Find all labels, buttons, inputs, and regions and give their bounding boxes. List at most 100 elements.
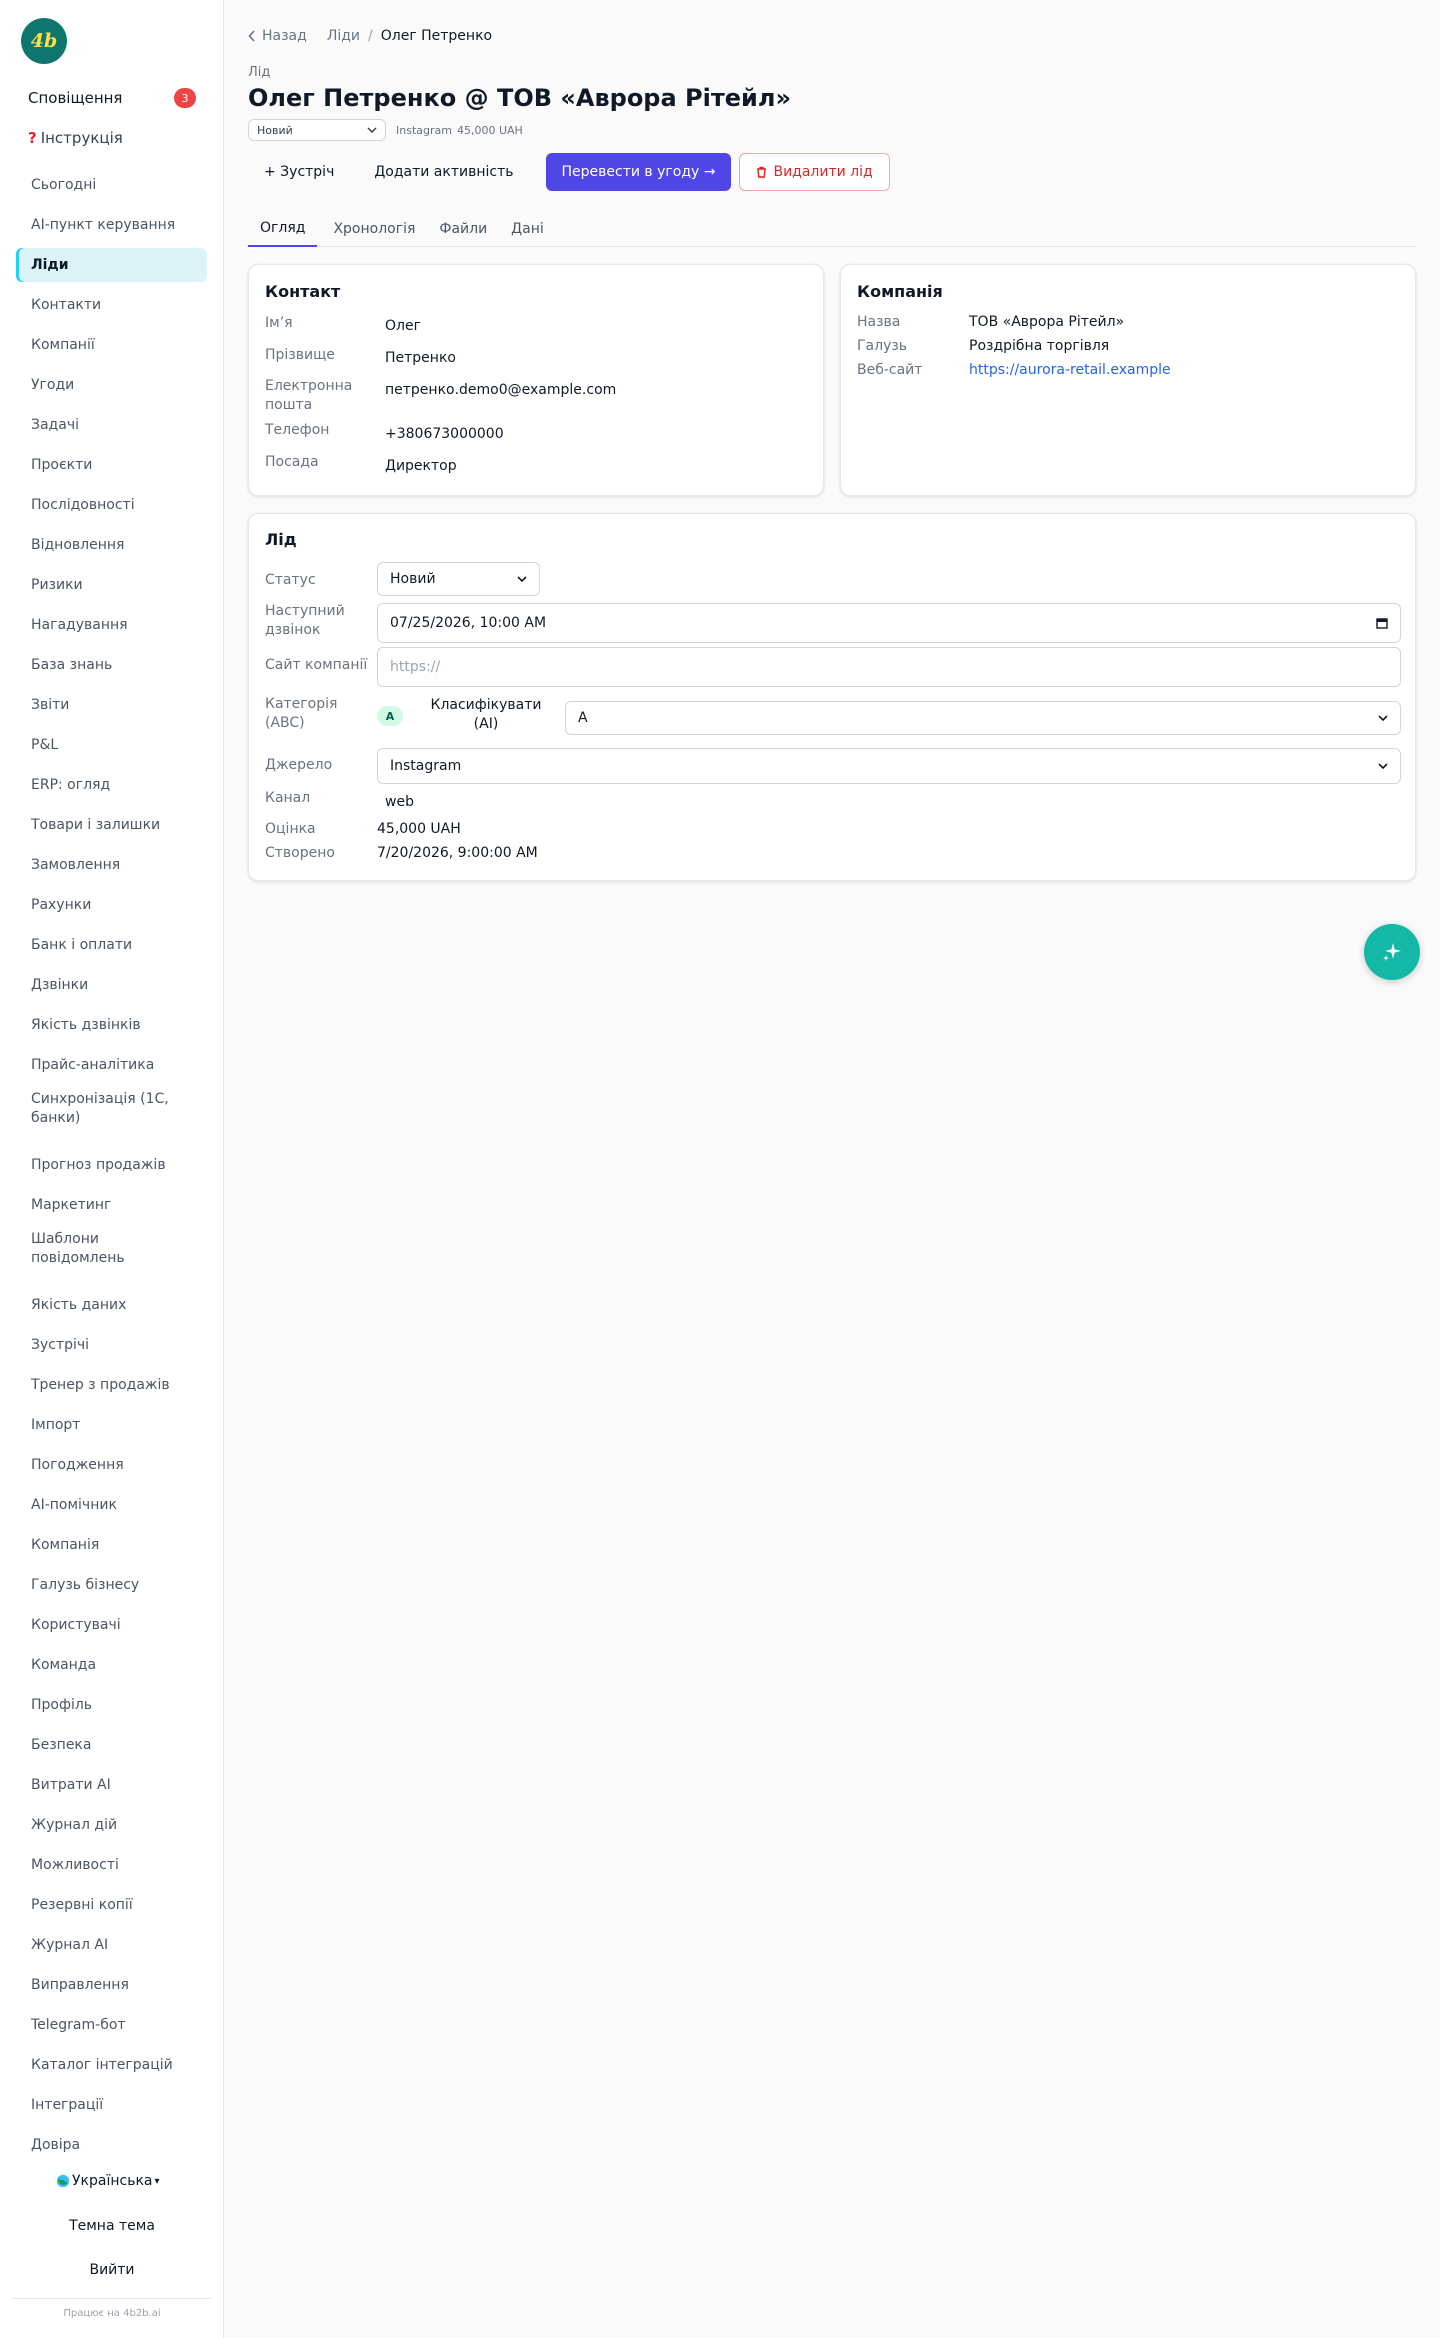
sidebar-item-45[interactable]: Telegram-бот: [16, 2008, 207, 2042]
sidebar-item-22[interactable]: Прайс-аналітика: [16, 1048, 207, 1082]
sidebar-item-28[interactable]: Зустрічі: [16, 1328, 207, 1362]
chevron-down-icon: [367, 127, 377, 133]
contact-email-label: Електронна пошта: [265, 378, 353, 413]
lead-next-call-input[interactable]: 07/25/2026, 10:00 AM: [377, 603, 1401, 643]
calendar-icon[interactable]: [1376, 617, 1388, 629]
sidebar-item-47[interactable]: Інтеграції: [16, 2088, 207, 2122]
chevron-down-icon: [1378, 715, 1388, 721]
sidebar-item-16[interactable]: Товари і залишки: [16, 808, 207, 842]
lead-classify-select[interactable]: A: [565, 701, 1401, 735]
sidebar-item-17[interactable]: Замовлення: [16, 848, 207, 882]
sidebar-item-37[interactable]: Профіль: [16, 1688, 207, 1722]
sidebar-item-31[interactable]: Погодження: [16, 1448, 207, 1482]
sidebar-item-46[interactable]: Каталог інтеграцій: [16, 2048, 207, 2082]
sidebar-item-2[interactable]: Ліди: [16, 248, 207, 282]
convert-to-deal-button[interactable]: Перевести в угоду →: [545, 153, 732, 191]
add-meeting-button[interactable]: + Зустріч: [248, 153, 350, 191]
sidebar-item-0[interactable]: Сьогодні: [16, 168, 207, 202]
sidebar-item-24[interactable]: Прогноз продажів: [16, 1148, 207, 1182]
lead-card: Лід Статус Новий Наступний дзвінок 07/25…: [248, 513, 1416, 881]
sidebar-item-30[interactable]: Імпорт: [16, 1408, 207, 1442]
sidebar-item-48[interactable]: Довіра: [16, 2128, 207, 2162]
sidebar-item-7[interactable]: Проєкти: [16, 448, 207, 482]
header-amount: 45,000 UAH: [456, 123, 523, 137]
sidebar-item-6[interactable]: Задачі: [16, 408, 207, 442]
sidebar-item-18[interactable]: Рахунки: [16, 888, 207, 922]
sidebar-item-34[interactable]: Галузь бізнесу: [16, 1568, 207, 1602]
sidebar-item-20[interactable]: Дзвінки: [16, 968, 207, 1002]
sidebar-item-5[interactable]: Угоди: [16, 368, 207, 402]
lead-source-select[interactable]: Instagram: [377, 748, 1401, 784]
theme-toggle-button[interactable]: Темна тема: [0, 2218, 224, 2234]
sidebar: 4b Сповіщення 3 ? Інструкція Сьогодні AI-…: [0, 0, 224, 2338]
sidebar-item-8[interactable]: Послідовності: [16, 488, 207, 522]
powered-by-text: Працює на 4b2b.ai: [63, 2308, 161, 2319]
logout-button[interactable]: Вийти: [0, 2262, 224, 2278]
chevron-left-icon: [248, 30, 256, 42]
tab-bar: Огляд Хронологія Файли Дані: [248, 211, 1416, 247]
sidebar-item-26[interactable]: Шаблони повідомлень: [16, 1225, 207, 1273]
tab-files[interactable]: Файли: [427, 211, 499, 247]
company-card: Компанія Назва ТОВ «Аврора Рітейл» Галуз…: [840, 264, 1416, 496]
add-activity-button[interactable]: Додати активність: [358, 153, 529, 191]
sidebar-item-27[interactable]: Якість даних: [16, 1288, 207, 1322]
sidebar-item-36[interactable]: Команда: [16, 1648, 207, 1682]
company-website-link[interactable]: https://aurora-retail.example: [969, 361, 1171, 380]
sidebar-item-42[interactable]: Резервні копії: [16, 1888, 207, 1922]
sidebar-item-9[interactable]: Відновлення: [16, 528, 207, 562]
back-link[interactable]: Назад: [248, 28, 307, 44]
lead-site-label: Сайт компанії: [265, 657, 368, 673]
back-label: Назад: [262, 28, 307, 44]
sidebar-item-14[interactable]: P&L: [16, 728, 207, 762]
contact-last-name-value: Петренко: [385, 350, 456, 366]
sidebar-item-15[interactable]: ERP: огляд: [16, 768, 207, 802]
header-status-select[interactable]: Новий: [248, 119, 386, 141]
sidebar-item-29[interactable]: Тренер з продажів: [16, 1368, 207, 1402]
sidebar-item-13[interactable]: Звіти: [16, 688, 207, 722]
delete-lead-button[interactable]: Видалити лід: [739, 153, 890, 191]
sidebar-item-39[interactable]: Витрати AI: [16, 1768, 207, 1802]
contact-first-name-label: Ім’я: [265, 315, 293, 331]
tab-timeline[interactable]: Хронологія: [321, 211, 427, 247]
header-source: Instagram: [396, 123, 452, 137]
language-selector[interactable]: Українська ▾: [56, 2173, 160, 2189]
sparkles-icon: [1380, 940, 1404, 964]
sidebar-item-43[interactable]: Журнал AI: [16, 1928, 207, 1962]
sidebar-item-32[interactable]: AI-помічник: [16, 1488, 207, 1522]
sidebar-item-41[interactable]: Можливості: [16, 1848, 207, 1882]
sidebar-item-25[interactable]: Маркетинг: [16, 1188, 207, 1222]
lead-created-value: 7/20/2026, 9:00:00 AM: [377, 845, 538, 861]
logo[interactable]: 4b: [21, 18, 67, 64]
tab-data[interactable]: Дані: [499, 211, 556, 247]
notifications-link[interactable]: Сповіщення 3: [28, 88, 196, 108]
chevron-down-icon: [517, 576, 527, 582]
breadcrumb-section-link[interactable]: Ліди: [327, 28, 360, 44]
sidebar-divider: [12, 2298, 211, 2299]
breadcrumb-separator: /: [368, 28, 373, 44]
sidebar-item-12[interactable]: База знань: [16, 648, 207, 682]
sidebar-item-40[interactable]: Журнал дій: [16, 1808, 207, 1842]
sidebar-item-10[interactable]: Ризики: [16, 568, 207, 602]
sidebar-item-11[interactable]: Нагадування: [16, 608, 207, 642]
sidebar-item-23[interactable]: Синхронізація (1С, банки): [16, 1085, 207, 1133]
ai-assistant-fab[interactable]: [1364, 924, 1420, 980]
sidebar-item-44[interactable]: Виправлення: [16, 1968, 207, 2002]
sidebar-item-33[interactable]: Компанія: [16, 1528, 207, 1562]
lead-status-select[interactable]: Новий: [377, 562, 540, 596]
sidebar-item-19[interactable]: Банк і оплати: [16, 928, 207, 962]
company-website-label: Веб-сайт: [857, 362, 923, 378]
sidebar-item-3[interactable]: Контакти: [16, 288, 207, 322]
contact-email-value: петренко.demo0@example.com: [385, 382, 617, 398]
lead-classify-value: A: [578, 710, 588, 726]
language-label: Українська: [72, 2173, 153, 2189]
company-name-value: ТОВ «Аврора Рітейл»: [969, 314, 1125, 330]
sidebar-item-4[interactable]: Компанії: [16, 328, 207, 362]
sidebar-item-21[interactable]: Якість дзвінків: [16, 1008, 207, 1042]
lead-site-input[interactable]: https://: [377, 647, 1401, 687]
sidebar-item-38[interactable]: Безпека: [16, 1728, 207, 1762]
sidebar-item-1[interactable]: AI-пункт керування: [16, 208, 207, 242]
instructions-link[interactable]: ? Інструкція: [28, 129, 123, 147]
company-name-label: Назва: [857, 314, 901, 330]
sidebar-item-35[interactable]: Користувачі: [16, 1608, 207, 1642]
tab-overview[interactable]: Огляд: [248, 211, 318, 247]
